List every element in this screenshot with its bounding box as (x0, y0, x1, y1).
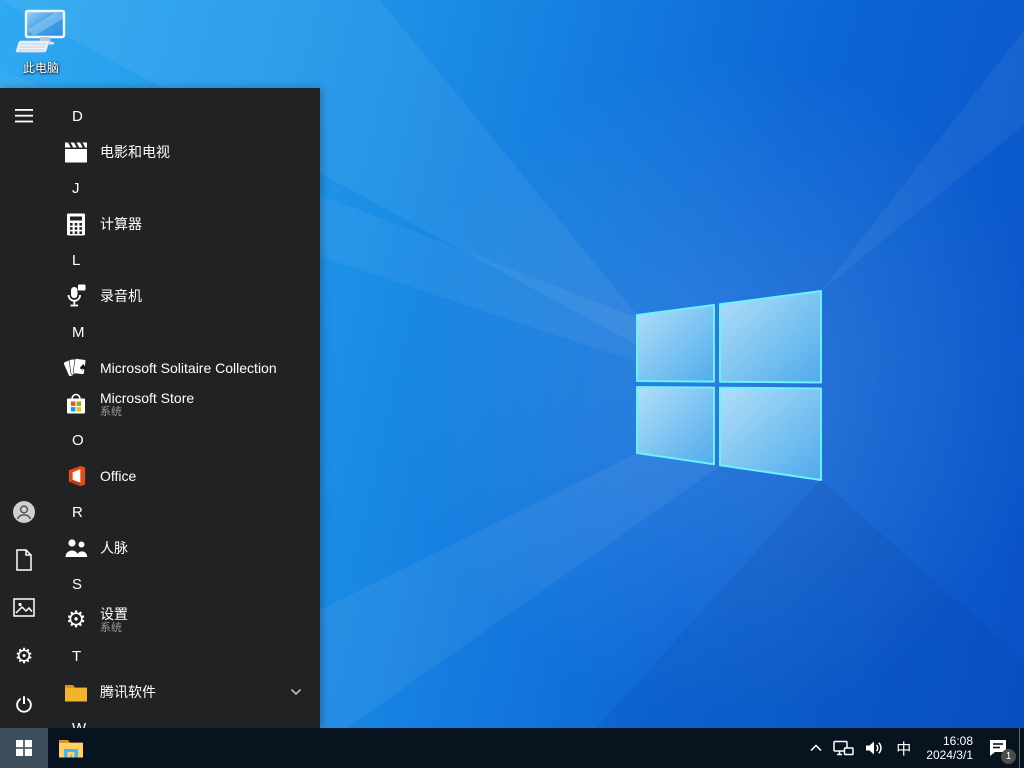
section-letter-label: L (72, 251, 81, 269)
start-menu-rail: ⚙ (0, 88, 48, 728)
windows-logo-icon (16, 740, 32, 756)
app-label: Microsoft Solitaire Collection (100, 360, 277, 376)
network-tray-button[interactable] (828, 728, 860, 768)
app-item-settings[interactable]: ⚙ 设置 系统 (64, 602, 320, 638)
voice-recorder-icon (64, 284, 88, 308)
ime-indicator[interactable]: 中 (889, 728, 918, 768)
app-label: 设置 (100, 605, 128, 622)
settings-gear-icon: ⚙ (65, 606, 87, 633)
app-label: Microsoft Store (100, 389, 195, 406)
section-letter-label: S (72, 575, 83, 593)
app-label: 电影和电视 (100, 144, 170, 160)
section-letter-o[interactable]: O (64, 422, 320, 458)
system-tray: 中 16:08 2024/3/1 1 (804, 728, 1024, 768)
section-letter-label: T (72, 647, 82, 665)
network-icon (833, 740, 855, 755)
desktop-icon-this-pc[interactable]: 此电脑 (8, 8, 74, 76)
start-menu: ⚙ D 电影和电视 J 计算器 L 录音机 M ♠ Microsoft Soli… (0, 88, 320, 728)
app-item-voice-recorder[interactable]: 录音机 (64, 278, 320, 314)
start-button[interactable] (0, 728, 48, 768)
desktop: 此电脑 ⚙ D 电影和电视 J 计算器 L 录音机 M ♠ Microsoft … (0, 0, 1024, 768)
hidden-icons-button[interactable] (804, 728, 828, 768)
section-letter-t[interactable]: T (64, 638, 320, 674)
chevron-up-icon (810, 744, 822, 752)
office-icon (64, 464, 88, 488)
app-label: 人脉 (100, 540, 128, 556)
app-label: 录音机 (100, 288, 142, 304)
section-letter-label: W (72, 719, 87, 729)
section-letter-label: J (72, 179, 80, 197)
app-folder-tencent[interactable]: 腾讯软件 (64, 674, 320, 710)
app-label: 计算器 (100, 216, 142, 232)
start-menu-app-list: D 电影和电视 J 计算器 L 录音机 M ♠ Microsoft Solita… (48, 88, 320, 728)
clock-date: 2024/3/1 (926, 748, 973, 762)
app-item-microsoft-store[interactable]: Microsoft Store 系统 (64, 386, 320, 422)
chevron-down-icon[interactable] (290, 688, 302, 696)
app-item-calculator[interactable]: 计算器 (64, 206, 320, 242)
app-item-solitaire[interactable]: ♠ Microsoft Solitaire Collection (64, 350, 320, 386)
pictures-icon[interactable] (12, 596, 36, 620)
app-subtitle: 系统 (100, 405, 122, 418)
people-icon (64, 536, 88, 560)
store-icon (64, 392, 88, 416)
power-icon[interactable] (12, 692, 36, 716)
section-letter-label: O (72, 431, 84, 449)
section-letter-d[interactable]: D (64, 98, 320, 134)
svg-text:♠: ♠ (78, 363, 87, 374)
section-letter-r[interactable]: R (64, 494, 320, 530)
section-letter-w[interactable]: W (64, 710, 320, 729)
notification-badge: 1 (1001, 749, 1016, 764)
taskbar: 中 16:08 2024/3/1 1 (0, 728, 1024, 768)
file-explorer-icon (59, 739, 83, 757)
section-letter-j[interactable]: J (64, 170, 320, 206)
clock-time: 16:08 (942, 734, 973, 748)
app-label: Office (100, 468, 137, 484)
file-explorer-button[interactable] (48, 728, 94, 768)
section-letter-s[interactable]: S (64, 566, 320, 602)
taskbar-empty-area[interactable] (94, 728, 804, 768)
app-item-office[interactable]: Office (64, 458, 320, 494)
folder-icon (64, 680, 88, 704)
section-letter-label: R (72, 503, 83, 521)
volume-icon (866, 741, 882, 755)
documents-icon[interactable] (12, 548, 36, 572)
show-desktop-button[interactable] (1019, 728, 1024, 768)
settings-icon[interactable]: ⚙ (12, 644, 36, 668)
section-letter-label: D (72, 107, 83, 125)
movies-tv-icon (64, 140, 88, 164)
desktop-icon-label: 此电脑 (22, 61, 59, 75)
calculator-icon (64, 212, 88, 236)
action-center-button[interactable]: 1 (981, 728, 1019, 768)
app-subtitle: 系统 (100, 621, 122, 634)
section-letter-l[interactable]: L (64, 242, 320, 278)
app-item-movies-tv[interactable]: 电影和电视 (64, 134, 320, 170)
taskbar-clock[interactable]: 16:08 2024/3/1 (918, 728, 981, 768)
app-label: 腾讯软件 (100, 684, 156, 700)
section-letter-label: M (72, 323, 85, 341)
section-letter-m[interactable]: M (64, 314, 320, 350)
user-account-icon[interactable] (12, 500, 36, 524)
volume-tray-button[interactable] (860, 728, 889, 768)
app-item-people[interactable]: 人脉 (64, 530, 320, 566)
hamburger-menu-icon[interactable] (12, 104, 36, 128)
solitaire-icon: ♠ (64, 356, 88, 380)
this-pc-icon (15, 9, 66, 53)
